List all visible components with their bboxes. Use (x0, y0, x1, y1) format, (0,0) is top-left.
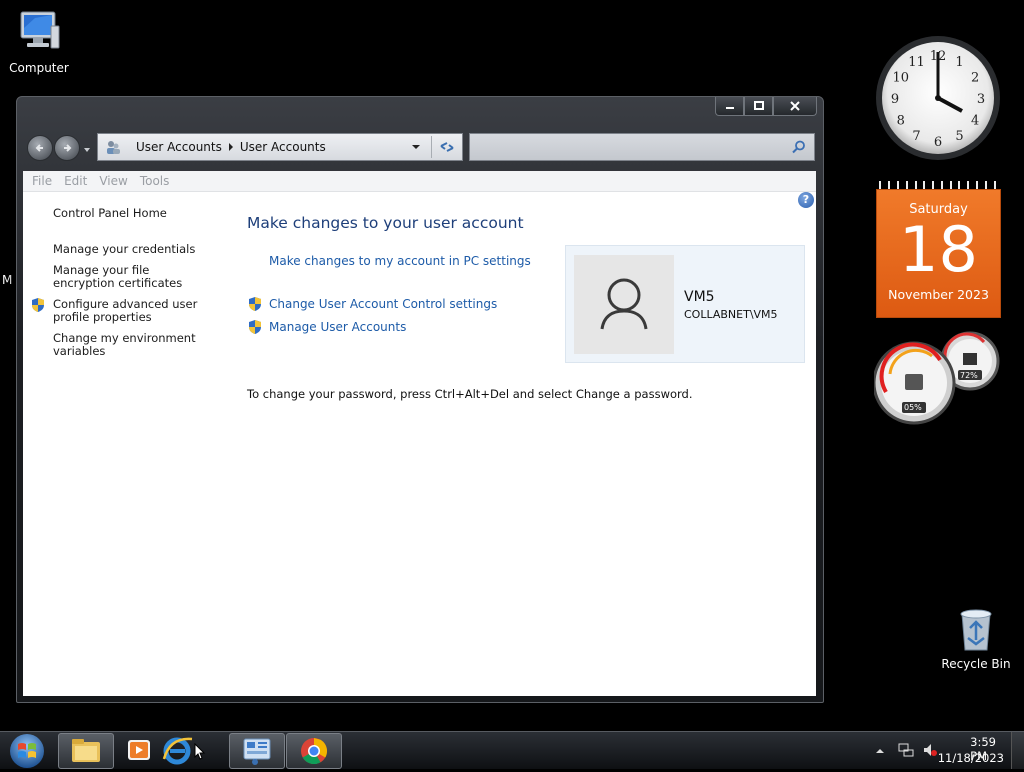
cpu-meter-icon (872, 331, 1000, 425)
avatar (574, 255, 674, 354)
calendar-month-year: November 2023 (888, 287, 989, 302)
calendar-page: Saturday 18 November 2023 (876, 189, 1001, 318)
mouse-cursor-icon (194, 742, 206, 764)
address-bar[interactable]: User Accounts User Accounts (97, 133, 463, 161)
shield-icon (249, 297, 261, 311)
user-icon (600, 278, 648, 330)
user-name: VM5 (684, 289, 715, 305)
content-area: Control Panel Home Manage your credentia… (23, 192, 816, 696)
forward-button[interactable] (54, 135, 80, 161)
refresh-icon[interactable] (438, 139, 456, 155)
menu-file[interactable]: File (32, 174, 52, 188)
back-arrow-icon (35, 144, 43, 152)
clock-numeral: 9 (891, 92, 899, 107)
password-note: To change your password, press Ctrl+Alt+… (247, 387, 693, 401)
maximize-button[interactable] (744, 97, 773, 116)
maximize-icon (753, 101, 764, 110)
manage-credentials-link[interactable]: Manage your credentials (53, 243, 195, 256)
search-input[interactable] (469, 133, 815, 161)
clock-numeral: 1 (955, 55, 963, 70)
media-player-icon (128, 740, 150, 760)
minimize-button[interactable] (715, 97, 744, 116)
clock-numeral: 5 (955, 129, 963, 144)
memory-percent: 72% (960, 371, 978, 380)
recycle-bin-icon (960, 609, 992, 651)
environment-variables-link[interactable]: Change my environment variables (53, 332, 203, 358)
taskbar-ie-button[interactable] (160, 733, 194, 767)
computer-desktop-icon[interactable]: Computer (6, 8, 72, 75)
window-controls (715, 97, 817, 116)
help-icon: ? (802, 193, 810, 206)
taskbar-explorer-button[interactable] (58, 733, 114, 769)
breadcrumb-arrow-icon[interactable] (222, 142, 240, 152)
clock-numeral: 3 (977, 92, 985, 107)
menu-view[interactable]: View (99, 174, 127, 188)
internet-explorer-icon (162, 737, 193, 765)
menu-edit[interactable]: Edit (64, 174, 87, 188)
clock-numeral: 2 (971, 71, 979, 86)
start-button[interactable] (8, 733, 46, 769)
control-panel-home-link[interactable]: Control Panel Home (53, 207, 167, 220)
clock-numeral: 11 (908, 55, 925, 70)
pc-settings-link[interactable]: Make changes to my account in PC setting… (269, 254, 531, 268)
page-title: Make changes to your user account (247, 214, 524, 232)
cpu-meter-gadget[interactable]: 05% 72% (872, 330, 1000, 425)
user-accounts-window[interactable]: User Accounts User Accounts File Edit Vi… (16, 96, 824, 703)
calendar-gadget[interactable]: Saturday 18 November 2023 (876, 181, 1001, 318)
close-button[interactable] (773, 97, 817, 116)
network-icon[interactable] (898, 742, 914, 758)
taskbar-control-panel-button[interactable] (229, 733, 285, 769)
computer-icon (20, 11, 60, 49)
taskbar-media-player-button[interactable] (126, 737, 152, 763)
breadcrumb-user-accounts-1[interactable]: User Accounts (136, 140, 222, 154)
chrome-icon (301, 738, 328, 765)
clock-gadget[interactable]: 121234567891011 (874, 34, 1002, 162)
close-icon (790, 101, 800, 111)
show-desktop-button[interactable] (1011, 732, 1024, 769)
folder-icon (72, 739, 100, 762)
shield-icon (249, 320, 261, 334)
clock-face-icon: 121234567891011 (876, 36, 1000, 160)
control-panel-icon (243, 738, 271, 765)
minimize-icon (725, 107, 734, 109)
volume-muted-icon[interactable] (922, 742, 938, 758)
uac-settings-link[interactable]: Change User Account Control settings (269, 297, 497, 311)
calendar-day: 18 (899, 213, 978, 286)
clock-numeral: 6 (934, 135, 942, 150)
shield-icon (32, 298, 44, 312)
chevron-down-icon (84, 148, 90, 152)
clock-numeral: 10 (893, 71, 910, 86)
clock-numeral: 8 (897, 114, 905, 129)
partial-desktop-label: M (2, 273, 13, 287)
clock-numeral: 7 (912, 129, 920, 144)
user-tile: VM5 COLLABNET\VM5 (565, 245, 805, 363)
menu-bar: File Edit View Tools (23, 171, 816, 192)
windows-logo-icon (10, 734, 44, 768)
cpu-percent: 05% (904, 403, 922, 412)
taskbar: 3:59 PM 11/18/2023 (0, 731, 1024, 769)
breadcrumb-user-accounts-2[interactable]: User Accounts (240, 140, 326, 154)
show-hidden-icons-icon[interactable] (875, 746, 885, 756)
help-button[interactable]: ? (798, 192, 814, 208)
advanced-profile-link[interactable]: Configure advanced user profile properti… (53, 298, 203, 324)
menu-tools[interactable]: Tools (140, 174, 170, 188)
clock-date[interactable]: 11/18/2023 (938, 751, 1004, 765)
back-button[interactable] (27, 135, 53, 161)
user-account: COLLABNET\VM5 (684, 308, 778, 321)
computer-label: Computer (9, 61, 69, 75)
search-icon[interactable] (792, 140, 806, 154)
recycle-bin-label: Recycle Bin (941, 657, 1011, 671)
manage-user-accounts-link[interactable]: Manage User Accounts (269, 320, 406, 334)
taskbar-chrome-button[interactable] (286, 733, 342, 769)
clock-numeral: 4 (971, 114, 979, 129)
user-accounts-small-icon (107, 141, 120, 154)
forward-arrow-icon (64, 144, 72, 152)
recycle-bin-desktop-icon[interactable]: Recycle Bin (940, 606, 1012, 671)
address-dropdown-icon[interactable] (407, 142, 425, 152)
recent-pages-button[interactable] (83, 143, 91, 152)
address-divider (431, 136, 432, 158)
file-encryption-link[interactable]: Manage your file encryption certificates (53, 264, 213, 290)
